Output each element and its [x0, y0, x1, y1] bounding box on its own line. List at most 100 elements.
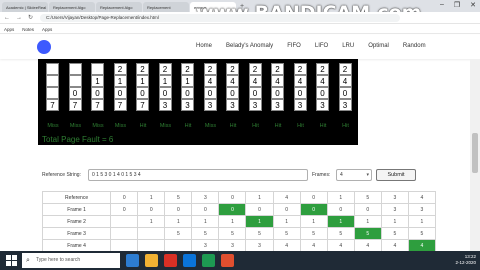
- hit-miss-label: Hit: [229, 123, 237, 129]
- table-cell: 0: [272, 203, 301, 216]
- page-scrollbar[interactable]: [470, 59, 480, 251]
- frame-cell: 0: [136, 87, 149, 99]
- table-cell: 3: [380, 203, 409, 216]
- input-controls: Reference String: 0 1 5 3 0 1 4 0 1 5 3 …: [42, 169, 422, 183]
- frame-cell: 3: [338, 99, 352, 111]
- frame-cell: 0: [338, 87, 352, 99]
- nav-link[interactable]: Home: [196, 43, 212, 49]
- frame-column: 2103: [158, 63, 172, 111]
- hit-miss-label: Miss: [114, 123, 127, 129]
- browser-tab[interactable]: Replacement Algo: [96, 2, 142, 12]
- table-cell: 1: [245, 215, 274, 228]
- bookmarks-bar: Apps Notes Apps: [0, 25, 480, 34]
- hit-miss-label: Miss: [92, 123, 104, 129]
- hit-miss-label: Miss: [47, 123, 59, 129]
- system-tray-clock[interactable]: 13:22 2-12-2020: [455, 254, 476, 266]
- hit-miss-label: Miss: [159, 123, 172, 129]
- minimize-button[interactable]: –: [440, 1, 444, 9]
- frame-cell: 1: [181, 75, 194, 87]
- file-explorer-icon[interactable]: [145, 254, 158, 267]
- browser-tab[interactable]: Replacement: [143, 2, 189, 12]
- reference-cell: 5: [164, 191, 193, 204]
- frame-cell: 2: [181, 63, 194, 75]
- frame-column: 2403: [271, 63, 284, 111]
- close-button[interactable]: ✕: [470, 1, 476, 9]
- nav-link[interactable]: LIFO: [315, 43, 328, 49]
- frame-cell: 1: [91, 75, 104, 87]
- bookmark-item[interactable]: Apps: [4, 27, 14, 32]
- frame-cell: 0: [248, 87, 262, 99]
- frame-cell: 3: [203, 99, 217, 111]
- frame-cell: 3: [316, 99, 329, 111]
- frame-cell: [91, 63, 104, 75]
- vscode-icon[interactable]: [183, 254, 196, 267]
- hit-miss-label: Hit: [184, 123, 192, 129]
- table-cell: [110, 239, 139, 252]
- frame-cell: [46, 87, 59, 99]
- frame-cell: 7: [46, 99, 59, 111]
- table-cell: 5: [407, 227, 437, 240]
- address-bar: ← → ↻ C:/Users/Vijayan/Desktop/Page-Repl…: [0, 12, 480, 24]
- nav-link[interactable]: Optimal: [368, 43, 389, 49]
- bookmark-item[interactable]: Notes: [22, 27, 34, 32]
- frame-column: 7: [46, 63, 59, 111]
- frame-cell: 4: [203, 75, 217, 87]
- table-cell: 4: [272, 239, 301, 252]
- frame-column: 2107: [136, 63, 149, 111]
- reference-cell: 0: [218, 191, 247, 204]
- window-controls: – ❐ ✕: [440, 1, 476, 9]
- chrome-icon[interactable]: [164, 254, 177, 267]
- reference-cell: 4: [272, 191, 301, 204]
- nav-link[interactable]: LRU: [342, 43, 354, 49]
- table-cell: 1: [164, 215, 193, 228]
- url-input[interactable]: C:/Users/Vijayan/Desktop/Page-Replacemen…: [40, 13, 400, 22]
- table-cell: 1: [299, 215, 328, 228]
- scrollbar-thumb[interactable]: [472, 133, 478, 173]
- hit-miss-label: Miss: [204, 123, 217, 129]
- frame-cell: 4: [271, 75, 284, 87]
- hit-miss-label: Hit: [342, 123, 349, 129]
- frames-select[interactable]: 4 ▾: [336, 169, 372, 181]
- windows-taskbar: Type here to search 13:22 2-12-2020: [0, 251, 480, 270]
- frame-cell: 0: [158, 87, 172, 99]
- frame-cell: 7: [113, 99, 127, 111]
- table-cell: 5: [218, 227, 247, 240]
- reference-string-input[interactable]: 0 1 5 3 0 1 4 0 1 5 3 4: [88, 169, 308, 181]
- frame-cell: 3: [271, 99, 284, 111]
- taskbar-search-input[interactable]: Type here to search: [22, 253, 120, 268]
- frame-cell: 2: [226, 63, 239, 75]
- maximize-button[interactable]: ❐: [454, 1, 460, 9]
- frame-cell: [68, 75, 82, 87]
- frame-cell: 1: [113, 75, 127, 87]
- reference-cell: 1: [137, 191, 166, 204]
- frame-column: 2103: [181, 63, 194, 111]
- reload-icon[interactable]: ↻: [28, 14, 34, 21]
- frame-cell: 3: [226, 99, 239, 111]
- forward-icon[interactable]: →: [16, 15, 22, 21]
- browser-tab[interactable]: Replacement Algo: [49, 2, 95, 12]
- frame-row-label: Frame 3: [41, 227, 112, 240]
- frame-column: 2403: [248, 63, 262, 111]
- frame-column: 2403: [293, 63, 307, 111]
- nav-link[interactable]: FIFO: [287, 43, 301, 49]
- site-logo[interactable]: [37, 40, 51, 54]
- clock-date: 2-12-2020: [455, 260, 476, 265]
- frame-cell: 0: [293, 87, 307, 99]
- bandicam-icon[interactable]: [221, 254, 234, 267]
- table-cell: 4: [407, 239, 437, 252]
- task-view-icon[interactable]: [126, 254, 139, 267]
- table-cell: 0: [137, 203, 166, 216]
- reference-cell: 4: [407, 191, 437, 204]
- bookmark-item[interactable]: Apps: [42, 27, 52, 32]
- nav-link[interactable]: Random: [403, 43, 426, 49]
- windows-start-icon[interactable]: [4, 254, 18, 268]
- frame-cell: 2: [271, 63, 284, 75]
- app-icon[interactable]: [202, 254, 215, 267]
- table-cell: 1: [218, 215, 247, 228]
- reference-cell: 0: [299, 191, 328, 204]
- table-cell: 0: [191, 203, 220, 216]
- nav-link[interactable]: Belady's Anomaly: [226, 43, 273, 49]
- back-icon[interactable]: ←: [4, 15, 10, 21]
- browser-tab[interactable]: Academic | SlideeReal: [2, 2, 48, 12]
- submit-button[interactable]: Submit: [376, 169, 416, 181]
